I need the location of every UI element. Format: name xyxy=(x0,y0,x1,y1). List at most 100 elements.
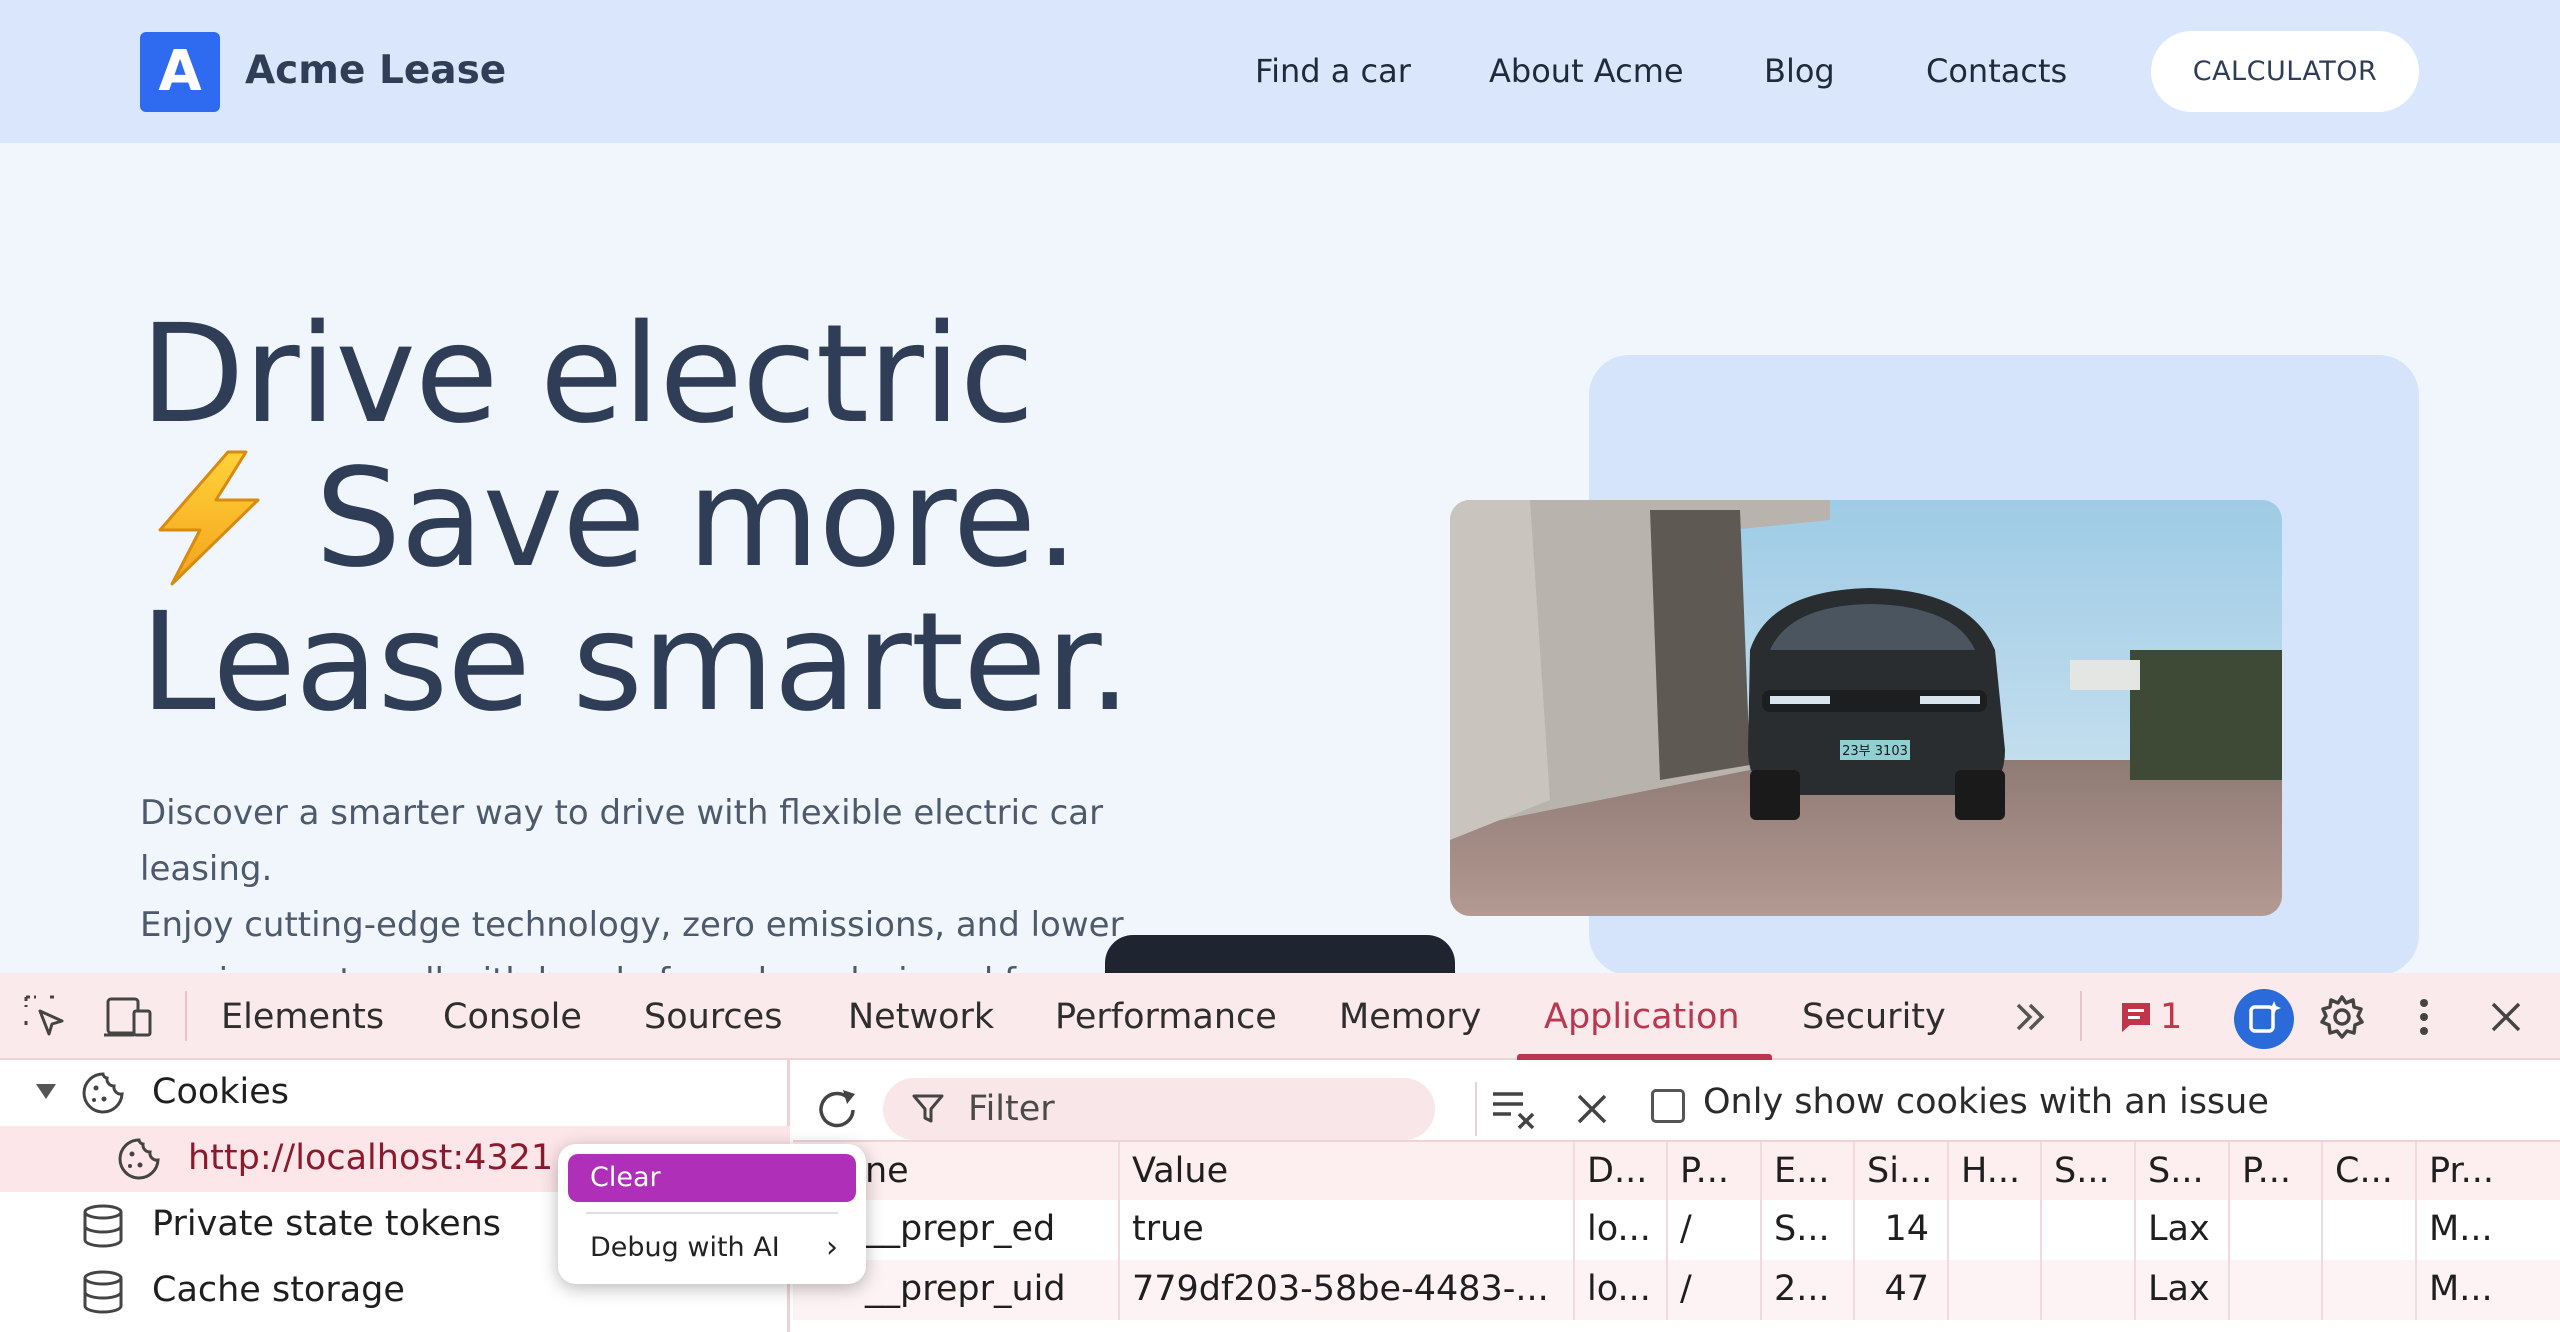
tab-network[interactable]: Network xyxy=(848,997,994,1037)
table-header: ne Value D... P... E... Si... H... S... … xyxy=(793,1140,2560,1202)
table-row[interactable]: __prepr_uid 779df203-58be-4483-... lo...… xyxy=(793,1260,2560,1320)
tab-sources[interactable]: Sources xyxy=(644,997,782,1037)
only-issues-checkbox[interactable] xyxy=(1651,1089,1685,1123)
nav-blog[interactable]: Blog xyxy=(1764,52,1835,90)
cell-cross-site xyxy=(2323,1200,2417,1260)
dev-toolbar-overlay[interactable] xyxy=(1105,935,1455,975)
cell-httponly xyxy=(1949,1200,2042,1260)
column-header-value[interactable]: Value xyxy=(1120,1142,1575,1202)
hero-car-image: 23부 3103 xyxy=(1450,500,2282,916)
context-menu-debug-with-ai[interactable]: Debug with AI › xyxy=(568,1224,856,1272)
cell-domain: lo... xyxy=(1575,1200,1668,1260)
column-header-domain[interactable]: D... xyxy=(1575,1142,1668,1202)
cell-priority: M... xyxy=(2429,1209,2493,1249)
calculator-button[interactable]: CALCULATOR xyxy=(2151,31,2419,112)
device-toolbar-icon[interactable] xyxy=(102,995,154,1039)
cell-cross-site xyxy=(2323,1260,2417,1320)
tree-item-cookies[interactable]: Cookies xyxy=(0,1060,790,1126)
only-issues-label[interactable]: Only show cookies with an issue xyxy=(1703,1082,2269,1122)
debug-with-ai-label: Debug with AI xyxy=(590,1232,780,1263)
issues-icon[interactable] xyxy=(2118,999,2154,1035)
hero-description-line: Enjoy cutting-edge technology, zero emis… xyxy=(140,905,1124,945)
cookie-icon xyxy=(118,1138,160,1180)
column-header-expires[interactable]: E... xyxy=(1762,1142,1855,1202)
hero-description-line: Discover a smarter way to drive with fle… xyxy=(140,793,1104,889)
toolbar-divider xyxy=(1475,1082,1477,1136)
tab-console[interactable]: Console xyxy=(443,997,582,1037)
chevron-right-icon: › xyxy=(826,1230,838,1265)
tab-elements[interactable]: Elements xyxy=(221,997,384,1037)
cookie-origin-label: http://localhost:4321 xyxy=(188,1138,554,1178)
cell-secure xyxy=(2042,1260,2136,1320)
column-header-priority[interactable]: Pr... xyxy=(2417,1142,2560,1202)
database-icon xyxy=(83,1270,123,1314)
ai-assistance-icon[interactable] xyxy=(2234,989,2294,1049)
cell-expires: S... xyxy=(1762,1200,1855,1260)
license-plate-text: 23부 3103 xyxy=(1842,744,1908,759)
cell-path: / xyxy=(1668,1200,1762,1260)
brand-name[interactable]: Acme Lease xyxy=(245,48,506,93)
tab-security[interactable]: Security xyxy=(1802,997,1946,1037)
toolbar-divider xyxy=(185,991,187,1041)
hero-title-line-1: Drive electric xyxy=(140,296,1035,454)
inspect-element-icon[interactable] xyxy=(22,993,68,1039)
cell-size: 14 xyxy=(1855,1200,1949,1260)
nav-about-acme[interactable]: About Acme xyxy=(1489,52,1684,90)
database-icon xyxy=(83,1204,123,1248)
toolbar-divider xyxy=(2080,991,2082,1041)
delete-selected-icon[interactable] xyxy=(1573,1090,1611,1128)
context-menu-separator xyxy=(586,1212,838,1214)
more-options-icon[interactable] xyxy=(2410,995,2438,1039)
cell-value: true xyxy=(1120,1200,1575,1260)
double-chevron-right-icon[interactable] xyxy=(2010,997,2050,1037)
filter-placeholder: Filter xyxy=(968,1089,1055,1129)
column-header-partition-key[interactable]: P... xyxy=(2230,1142,2323,1202)
tab-performance[interactable]: Performance xyxy=(1055,997,1277,1037)
cell-size: 47 xyxy=(1855,1260,1949,1320)
hero-title-line-2: Save more. xyxy=(315,440,1079,598)
settings-gear-icon[interactable] xyxy=(2318,993,2366,1041)
logo-icon[interactable]: A xyxy=(140,32,220,112)
issues-count[interactable]: 1 xyxy=(2160,997,2182,1037)
cookies-table: ne Value D... P... E... Si... H... S... … xyxy=(793,1140,2560,1332)
cell-expires: 2... xyxy=(1762,1260,1855,1320)
refresh-icon[interactable] xyxy=(813,1086,861,1134)
cell-partition-key xyxy=(2230,1200,2323,1260)
table-row[interactable] xyxy=(793,1320,2560,1332)
column-header-secure[interactable]: S... xyxy=(2042,1142,2136,1202)
context-menu: Clear Debug with AI › xyxy=(558,1144,866,1284)
cookies-label: Cookies xyxy=(152,1072,290,1112)
cache-storage-label: Cache storage xyxy=(152,1270,405,1310)
cookie-icon xyxy=(82,1072,124,1114)
filter-input[interactable]: Filter xyxy=(883,1078,1435,1140)
column-header-samesite[interactable]: S... xyxy=(2136,1142,2230,1202)
nav-contacts[interactable]: Contacts xyxy=(1926,52,2067,90)
cell-priority: M... xyxy=(2429,1269,2493,1309)
filter-funnel-icon xyxy=(912,1094,944,1123)
private-state-tokens-label: Private state tokens xyxy=(152,1204,502,1244)
cell-partition-key xyxy=(2230,1260,2323,1320)
table-row[interactable]: __prepr_ed true lo... / S... 14 Lax M... xyxy=(793,1200,2560,1260)
nav-find-a-car[interactable]: Find a car xyxy=(1255,52,1411,90)
site-header: A Acme Lease Find a car About Acme Blog … xyxy=(0,0,2560,143)
tab-application[interactable]: Application xyxy=(1544,997,1740,1037)
cell-samesite: Lax xyxy=(2136,1200,2230,1260)
expand-triangle-icon[interactable] xyxy=(34,1082,58,1102)
cell-domain: lo... xyxy=(1575,1260,1668,1320)
column-header-path[interactable]: P... xyxy=(1668,1142,1762,1202)
cell-value: 779df203-58be-4483-... xyxy=(1120,1260,1575,1320)
cell-secure xyxy=(2042,1200,2136,1260)
hero-title-line-3: Lease smarter. xyxy=(140,584,1131,742)
context-menu-clear[interactable]: Clear xyxy=(568,1154,856,1202)
close-devtools-icon[interactable] xyxy=(2486,997,2526,1037)
cell-httponly xyxy=(1949,1260,2042,1320)
column-header-cross-site[interactable]: C... xyxy=(2323,1142,2417,1202)
cell-path: / xyxy=(1668,1260,1762,1320)
cell-samesite: Lax xyxy=(2136,1260,2230,1320)
devtools-tab-bar: Elements Console Sources Network Perform… xyxy=(0,973,2560,1060)
lightning-bolt-icon xyxy=(158,450,260,586)
clear-filtered-cookies-icon[interactable] xyxy=(1489,1086,1539,1132)
column-header-httponly[interactable]: H... xyxy=(1949,1142,2042,1202)
column-header-size[interactable]: Si... xyxy=(1855,1142,1949,1202)
tab-memory[interactable]: Memory xyxy=(1339,997,1481,1037)
